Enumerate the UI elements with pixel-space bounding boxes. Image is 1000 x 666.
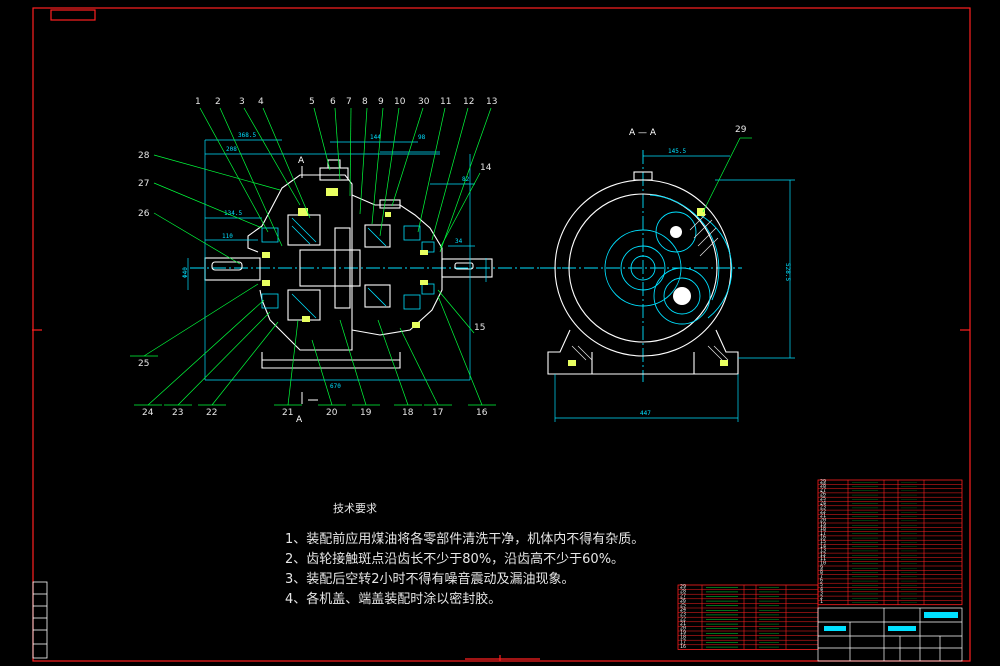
dim-144: 144 bbox=[370, 134, 381, 141]
balloon-10: 10 bbox=[394, 97, 406, 107]
balloon-17: 17 bbox=[432, 408, 443, 418]
dim-98: 98 bbox=[418, 134, 426, 141]
balloon-4: 4 bbox=[258, 97, 264, 107]
dim-208: 208 bbox=[226, 146, 237, 153]
balloon-9: 9 bbox=[378, 97, 384, 107]
balloon-25: 25 bbox=[138, 359, 149, 369]
balloon-7: 7 bbox=[346, 97, 352, 107]
dim-110: 110 bbox=[222, 233, 233, 240]
dim-670: 670 bbox=[330, 383, 341, 390]
requirement-line-3: 3、装配后空转2小时不得有噪音震动及漏油现象。 bbox=[285, 572, 575, 587]
balloon-20: 20 bbox=[326, 408, 338, 418]
dim-528: 528.5 bbox=[784, 263, 791, 281]
requirement-line-2: 2、齿轮接触斑点沿齿长不少于80%，沿齿高不少于60%。 bbox=[285, 552, 625, 567]
section-title: A — A bbox=[629, 128, 657, 138]
main-sectional-view: 368.5 208 144 98 134.5 110 82 34 Φ40 670… bbox=[130, 97, 575, 425]
balloon-28: 28 bbox=[138, 151, 150, 161]
balloon-2: 2 bbox=[215, 97, 221, 107]
balloon-18: 18 bbox=[402, 408, 414, 418]
balloon-1: 1 bbox=[195, 97, 201, 107]
parts-list-left: 2928272625242322212019181716 bbox=[677, 584, 819, 650]
dim-34: 34 bbox=[455, 238, 463, 245]
balloon-15: 15 bbox=[474, 323, 485, 333]
technical-requirements-title: 技术要求 bbox=[333, 502, 377, 515]
balloon-30: 30 bbox=[418, 97, 430, 107]
balloon-27: 27 bbox=[138, 179, 149, 189]
section-mark-bottom: A bbox=[296, 415, 303, 425]
section-view-a-a: A — A 145.5 528.5 447 29 bbox=[540, 125, 795, 422]
balloon-19: 19 bbox=[360, 408, 372, 418]
requirement-line-4: 4、各机盖、端盖装配时涂以密封胶。 bbox=[285, 592, 502, 607]
balloon-22: 22 bbox=[206, 408, 217, 418]
section-mark-top: A bbox=[298, 156, 305, 166]
balloon-6: 6 bbox=[330, 97, 336, 107]
requirement-line-1: 1、装配前应用煤油将各零部件清洗干净，机体内不得有杂质。 bbox=[285, 532, 645, 547]
balloon-26: 26 bbox=[138, 209, 150, 219]
balloon-16: 16 bbox=[476, 408, 488, 418]
balloon-8: 8 bbox=[362, 97, 368, 107]
balloon-5: 5 bbox=[309, 97, 315, 107]
balloon-13: 13 bbox=[486, 97, 497, 107]
balloon-14: 14 bbox=[480, 163, 492, 173]
balloon-21: 21 bbox=[282, 408, 293, 418]
dim-145: 145.5 bbox=[668, 148, 686, 155]
dim-447: 447 bbox=[640, 410, 651, 417]
balloon-23: 23 bbox=[172, 408, 183, 418]
dim-phi40: Φ40 bbox=[182, 267, 189, 278]
parts-row-number: 16 bbox=[680, 644, 686, 650]
balloon-29: 29 bbox=[735, 125, 747, 135]
balloon-11: 11 bbox=[440, 97, 451, 107]
revision-strip bbox=[32, 581, 48, 659]
balloon-3: 3 bbox=[239, 97, 245, 107]
parts-row-number: 1 bbox=[820, 599, 823, 605]
dim-368: 368.5 bbox=[238, 132, 256, 139]
parts-list-right: 2928272625242322212019181716151413121110… bbox=[817, 479, 963, 605]
balloon-24: 24 bbox=[142, 408, 154, 418]
balloon-12: 12 bbox=[463, 97, 474, 107]
